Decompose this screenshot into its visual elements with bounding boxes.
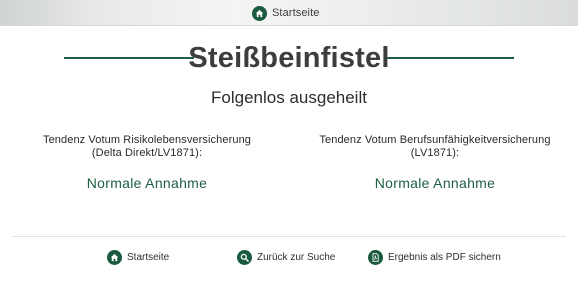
back-to-search-link[interactable]: Zurück zur Suche bbox=[237, 249, 335, 265]
title-row: Steißbeinfistel bbox=[0, 41, 578, 75]
save-pdf-link[interactable]: Ergebnis als PDF sichern bbox=[368, 249, 501, 265]
vote-heading-line2: (Delta Direkt/LV1871): bbox=[91, 147, 203, 159]
search-icon bbox=[237, 249, 252, 265]
save-pdf-label: Ergebnis als PDF sichern bbox=[388, 251, 501, 263]
vote-heading-line1: Tendenz Votum Berufsunfähigkeitversicher… bbox=[319, 134, 551, 146]
diagnosis-subtitle: Folgenlos ausgeheilt bbox=[211, 88, 367, 107]
home-icon bbox=[107, 249, 122, 265]
pdf-icon bbox=[368, 249, 383, 265]
vote-result: Normale Annahme bbox=[374, 175, 496, 191]
topbar-home-link[interactable]: Startseite bbox=[252, 4, 319, 22]
top-bar: Startseite bbox=[0, 0, 578, 26]
vote-heading: Tendenz Votum Berufsunfähigkeitversicher… bbox=[310, 134, 560, 160]
footer-home-label: Startseite bbox=[127, 251, 170, 263]
home-icon bbox=[252, 5, 267, 21]
vote-heading-line2: (LV1871): bbox=[410, 147, 460, 159]
footer-divider bbox=[12, 236, 566, 237]
vote-disability: Tendenz Votum Berufsunfähigkeitversicher… bbox=[310, 134, 560, 191]
footer-home-link[interactable]: Startseite bbox=[107, 249, 169, 265]
page-title: Steißbeinfistel bbox=[188, 42, 390, 74]
vote-risk-life: Tendenz Votum Risikolebensversicherung (… bbox=[22, 134, 272, 191]
back-to-search-label: Zurück zur Suche bbox=[257, 251, 336, 263]
vote-heading: Tendenz Votum Risikolebensversicherung (… bbox=[22, 134, 272, 160]
vote-heading-line1: Tendenz Votum Risikolebensversicherung bbox=[42, 134, 252, 146]
topbar-home-label: Startseite bbox=[272, 7, 320, 19]
vote-result: Normale Annahme bbox=[86, 175, 208, 191]
